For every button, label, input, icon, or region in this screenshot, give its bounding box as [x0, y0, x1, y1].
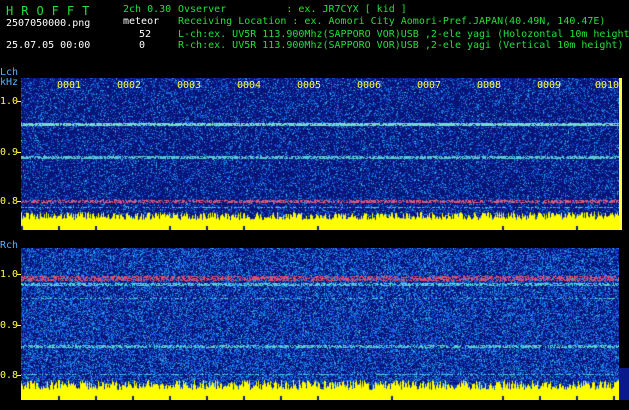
time-label: 0008 — [477, 80, 502, 91]
bottom-strip — [0, 400, 629, 410]
time-label: 0010 — [595, 80, 620, 91]
observer-info: Ovserver : ex. JR7CYX [ kid ] — [178, 4, 407, 15]
datetime: 25.07.05 00:00 — [6, 40, 91, 51]
time-label: 0001 — [57, 80, 82, 91]
time-label: 0006 — [357, 80, 382, 91]
time-label: 0005 — [297, 80, 322, 91]
meteor-count-r: 0 — [139, 40, 146, 51]
lch-unit-label: kHz — [0, 77, 19, 88]
mode-label: 2ch 0.30 — [123, 4, 172, 15]
time-label: 0002 — [117, 80, 142, 91]
app-title: HROFFT — [6, 4, 98, 18]
lch-level-bar — [619, 78, 622, 230]
location-info: Receiving Location : ex. Aomori City Aom… — [178, 16, 606, 27]
time-label: 0007 — [417, 80, 442, 91]
lch-spectrogram — [21, 78, 619, 230]
rch-level-block — [619, 368, 629, 400]
rch-spectrogram — [21, 248, 619, 400]
rch-sidebar — [619, 248, 629, 400]
time-label: 0003 — [177, 80, 202, 91]
filename: 2507050000.png — [6, 18, 91, 29]
lch-sidebar — [619, 78, 629, 230]
time-label: 0009 — [537, 80, 562, 91]
rch-channel-label: Rch — [0, 240, 19, 251]
rch-info: R-ch:ex. UV5R 113.900Mhz(SAPPORO VOR)USB… — [178, 40, 624, 51]
time-label: 0004 — [237, 80, 262, 91]
meteor-label: meteor — [123, 16, 160, 27]
